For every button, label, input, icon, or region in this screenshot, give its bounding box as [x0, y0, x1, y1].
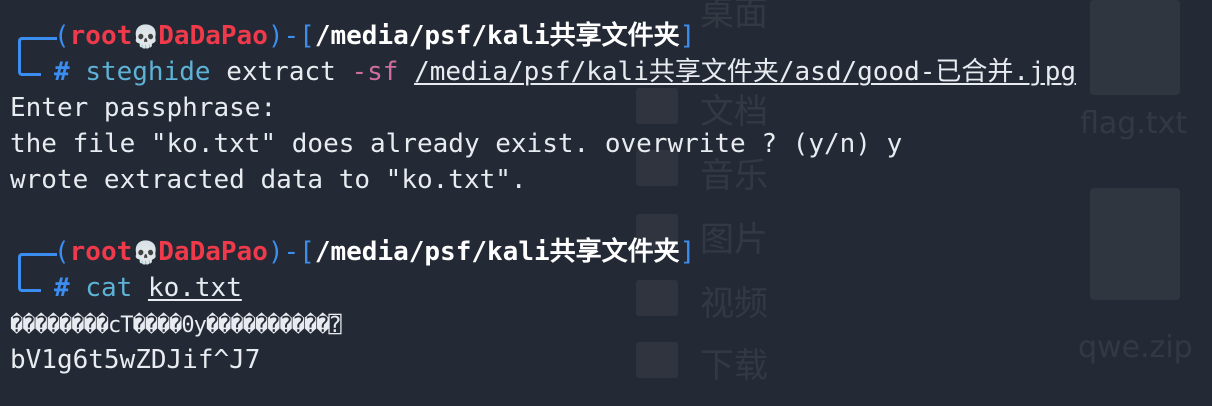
command-flag: -sf	[351, 57, 399, 87]
bg-label-documents: 文档	[700, 92, 768, 132]
prompt-corner-bottom	[10, 271, 54, 305]
command-file-arg[interactable]: ko.txt	[148, 273, 242, 303]
bg-label-zip: qwe.zip	[1078, 330, 1193, 365]
command-arg: extract	[210, 57, 352, 87]
prompt-cwd: /media/psf/kali共享文件夹	[314, 237, 680, 267]
output-line: Enter passphrase:	[10, 93, 277, 123]
documents-folder-icon	[636, 88, 678, 124]
flag-file-icon	[1090, 0, 1180, 95]
prompt-hash: #	[54, 57, 70, 87]
command-line-2: # cat ko.txt	[10, 271, 242, 305]
bg-label-pictures: 图片	[700, 220, 768, 260]
command-name: cat	[85, 273, 133, 303]
command-arg	[132, 273, 148, 303]
videos-folder-icon	[636, 280, 678, 316]
skull-icon: 💀	[132, 25, 160, 50]
command-line-1: # steghide extract -sf /media/psf/kali共享…	[10, 55, 1076, 89]
command-arg	[398, 57, 414, 87]
prompt-host: DaDaPao	[158, 237, 268, 267]
bg-label-videos: 视频	[700, 284, 768, 324]
prompt-cwd: /media/psf/kali共享文件夹	[314, 21, 680, 51]
prompt-corner-top	[10, 235, 57, 272]
output-line: wrote extracted data to "ko.txt".	[10, 165, 527, 195]
prompt-line-2: (root💀DaDaPao)-[/media/psf/kali共享文件夹]	[10, 235, 695, 272]
bg-label-downloads: 下载	[700, 346, 768, 386]
command-path-arg[interactable]: /media/psf/kali共享文件夹/asd/good-已合并.jpg	[414, 57, 1076, 87]
prompt-hash: #	[54, 273, 70, 303]
prompt-user: root	[69, 21, 133, 51]
command-name: steghide	[85, 57, 211, 87]
prompt-corner-top	[10, 19, 57, 56]
output-line-garbled: ��������cT����0y����������⍰	[10, 313, 342, 338]
bg-label-flag: flag.txt	[1080, 106, 1188, 141]
terminal-window[interactable]: 桌面 文档 音乐 图片 视频 下载 flag.txt qwe.zip (root…	[0, 0, 1212, 406]
zip-file-icon	[1090, 188, 1180, 300]
prompt-line-1: (root💀DaDaPao)-[/media/psf/kali共享文件夹]	[10, 19, 695, 56]
prompt-host: DaDaPao	[158, 21, 268, 51]
skull-icon: 💀	[132, 241, 160, 266]
bg-label-desktop: 桌面	[700, 0, 768, 34]
prompt-user: root	[69, 237, 133, 267]
output-line: the file "ko.txt" does already exist. ov…	[10, 129, 903, 159]
output-line: bV1g6t5wZDJif^J7	[10, 345, 261, 375]
prompt-corner-bottom	[10, 55, 54, 89]
downloads-folder-icon	[636, 342, 678, 378]
